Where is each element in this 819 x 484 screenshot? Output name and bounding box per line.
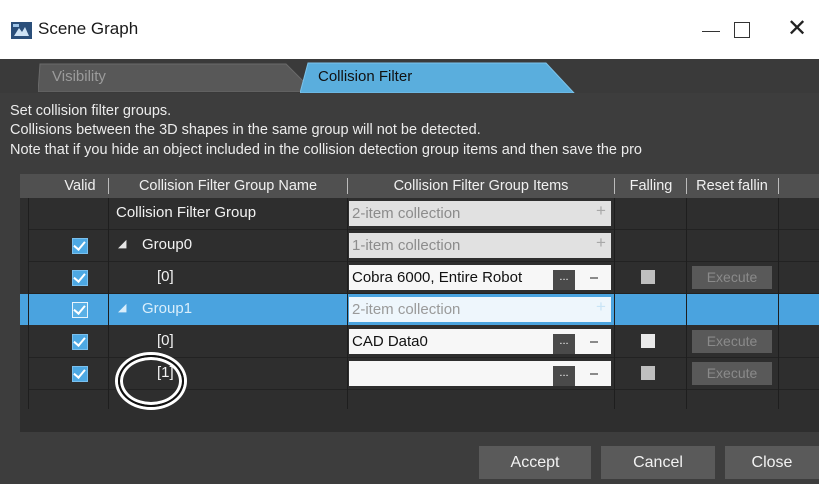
falling-checkbox[interactable] bbox=[641, 334, 655, 348]
description-panel: Set collision filter groups. Collisions … bbox=[10, 93, 819, 166]
column-header-falling[interactable]: Falling bbox=[616, 174, 686, 198]
valid-checkbox[interactable] bbox=[72, 366, 88, 382]
browse-button[interactable]: ... bbox=[553, 366, 575, 386]
description-line: Note that if you hide an object included… bbox=[10, 142, 642, 158]
valid-checkbox[interactable] bbox=[72, 334, 88, 350]
group-items-value: Cobra 6000, Entire Robot bbox=[352, 269, 523, 286]
tab-visibility[interactable]: Visibility bbox=[38, 62, 334, 92]
grid-row-root[interactable]: Collision Filter Group 2-item collection… bbox=[20, 198, 819, 229]
browse-button[interactable]: ... bbox=[553, 334, 575, 354]
execute-button[interactable]: Execute bbox=[692, 330, 772, 353]
grid-row-group1-item0[interactable]: [0] CAD Data0 ... Execute bbox=[20, 326, 819, 357]
row-name: Group0 bbox=[142, 236, 193, 253]
remove-item-icon[interactable] bbox=[590, 373, 598, 375]
valid-checkbox[interactable] bbox=[72, 302, 88, 318]
valid-checkbox[interactable] bbox=[72, 238, 88, 254]
add-item-button[interactable]: + bbox=[596, 233, 606, 253]
group-items-value: 1-item collection bbox=[352, 237, 461, 254]
accept-button[interactable]: Accept bbox=[479, 446, 591, 479]
grid-header: Valid Collision Filter Group Name Collis… bbox=[20, 174, 819, 198]
falling-checkbox[interactable] bbox=[641, 270, 655, 284]
column-header-valid[interactable]: Valid bbox=[50, 174, 110, 198]
column-header-reset-falling[interactable]: Reset fallin bbox=[686, 174, 778, 198]
column-divider bbox=[778, 178, 779, 194]
group-items-field[interactable]: 2-item collection bbox=[349, 201, 611, 226]
falling-checkbox[interactable] bbox=[641, 366, 655, 380]
group-items-field[interactable]: 2-item collection bbox=[349, 297, 611, 322]
maximize-button[interactable] bbox=[719, 14, 763, 46]
add-item-button[interactable]: + bbox=[596, 297, 606, 317]
row-name: [0] bbox=[157, 332, 174, 349]
column-header-group-items[interactable]: Collision Filter Group Items bbox=[348, 174, 614, 198]
window-title: Scene Graph bbox=[38, 19, 139, 38]
tab-collision-filter-label: Collision Filter bbox=[318, 68, 413, 85]
group-items-field[interactable]: 1-item collection bbox=[349, 233, 611, 258]
remove-item-icon[interactable] bbox=[590, 277, 598, 279]
highlight-circle bbox=[118, 355, 184, 407]
collapse-triangle-icon[interactable]: ◢ bbox=[118, 237, 126, 250]
grid-row-group1[interactable]: ◢ Group1 2-item collection + bbox=[20, 294, 819, 325]
execute-button[interactable]: Execute bbox=[692, 362, 772, 385]
column-line bbox=[614, 198, 615, 409]
group-items-value: 2-item collection bbox=[352, 205, 461, 222]
close-button[interactable]: Close bbox=[725, 446, 819, 479]
column-line bbox=[686, 198, 687, 409]
description-line: Collisions between the 3D shapes in the … bbox=[10, 122, 481, 138]
column-line bbox=[778, 198, 779, 409]
add-item-button[interactable]: + bbox=[596, 201, 606, 221]
scene-graph-app-icon bbox=[11, 22, 32, 39]
group-items-value: CAD Data0 bbox=[352, 333, 428, 350]
group-items-value: 2-item collection bbox=[352, 301, 461, 318]
description-line: Set collision filter groups. bbox=[10, 103, 172, 119]
column-line bbox=[108, 198, 109, 409]
cancel-button[interactable]: Cancel bbox=[601, 446, 715, 479]
execute-button[interactable]: Execute bbox=[692, 266, 772, 289]
valid-checkbox[interactable] bbox=[72, 270, 88, 286]
row-name: Group1 bbox=[142, 300, 193, 317]
remove-item-icon[interactable] bbox=[590, 341, 598, 343]
tab-visibility-label: Visibility bbox=[52, 68, 106, 85]
column-line bbox=[347, 198, 348, 409]
browse-button[interactable]: ... bbox=[553, 270, 575, 290]
column-header-group-name[interactable]: Collision Filter Group Name bbox=[109, 174, 347, 198]
grid-row-group0-item0[interactable]: [0] Cobra 6000, Entire Robot ... Execute bbox=[20, 262, 819, 293]
tab-strip: Visibility Collision Filter bbox=[0, 59, 819, 93]
tab-collision-filter[interactable]: Collision Filter bbox=[300, 62, 584, 93]
scene-graph-window: Scene Graph ✕ Visibility Collision Filte… bbox=[0, 0, 819, 484]
column-line bbox=[28, 198, 29, 409]
column-divider bbox=[614, 178, 615, 194]
title-bar: Scene Graph ✕ bbox=[0, 0, 819, 59]
row-name: [0] bbox=[157, 268, 174, 285]
row-name: Collision Filter Group bbox=[116, 204, 257, 221]
close-window-button[interactable]: ✕ bbox=[775, 14, 819, 46]
collapse-triangle-icon[interactable]: ◢ bbox=[118, 301, 126, 314]
grid-row-group0[interactable]: ◢ Group0 1-item collection + bbox=[20, 230, 819, 261]
